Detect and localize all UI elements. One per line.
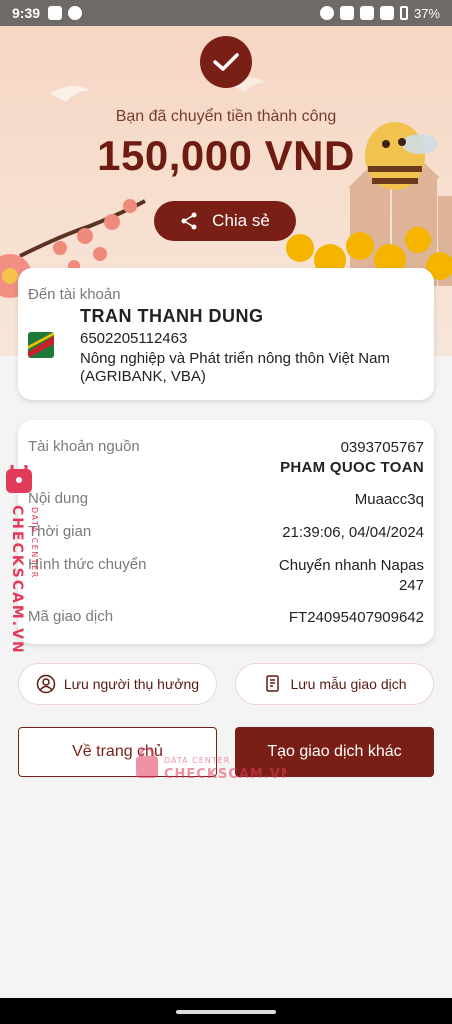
- receipt-icon: [265, 675, 279, 692]
- recipient-bank: Nông nghiệp và Phát triển nông thôn Việt…: [80, 350, 390, 385]
- transaction-details-card: Tài khoản nguồn 0393705767 PHAM QUOC TOA…: [18, 420, 434, 644]
- user-icon: [36, 674, 56, 694]
- messenger-icon: [68, 6, 83, 20]
- svg-text:CHECKSCAM.VN: CHECKSCAM.VN: [164, 767, 286, 782]
- method-row: Hình thức chuyển Chuyển nhanh Napas 247: [28, 556, 424, 598]
- alarm-icon: [319, 6, 334, 20]
- watermark-logo-center: DATA CENTER CHECKSCAM.VN: [136, 748, 286, 782]
- transaction-id-label: Mã giao dịch: [28, 608, 114, 625]
- time-value: 21:39:06, 04/04/2024: [282, 524, 424, 541]
- recipient-account: 6502205112463: [80, 330, 188, 347]
- content-row: Nội dung Muaacc3q: [28, 490, 424, 510]
- share-label: Chia sẻ: [212, 211, 270, 230]
- svg-text:CHECKSCAM.VN: CHECKSCAM.VN: [9, 505, 25, 655]
- save-template-button[interactable]: Lưu mẫu giao dịch: [235, 663, 434, 705]
- svg-text:DATA CENTER: DATA CENTER: [30, 507, 39, 579]
- transfer-amount: 150,000 VND: [97, 132, 355, 179]
- destination-card: Đến tài khoản TRAN THANH DUNG 6502205112…: [18, 268, 434, 400]
- save-recipient-button[interactable]: Lưu người thụ hưởng: [18, 663, 217, 705]
- method-label: Hình thức chuyển: [28, 556, 147, 573]
- source-account-row: Tài khoản nguồn 0393705767 PHAM QUOC TOA…: [28, 438, 424, 482]
- share-icon: [181, 212, 197, 230]
- status-time: 9:39: [12, 5, 41, 21]
- recipient-name: TRAN THANH DUNG: [80, 306, 264, 326]
- method-value-line1: Chuyển nhanh Napas: [278, 557, 424, 574]
- content-value: Muaacc3q: [354, 491, 424, 508]
- agribank-logo-icon: [28, 332, 54, 358]
- gallery-icon: [48, 6, 63, 20]
- svg-text:DATA CENTER: DATA CENTER: [164, 756, 230, 765]
- save-template-label: Lưu mẫu giao dịch: [290, 676, 407, 692]
- watermark-logo-side: CHECKSCAM.VN DATA CENTER: [6, 465, 39, 655]
- battery-icon: [399, 6, 408, 20]
- transaction-id-row: Mã giao dịch FT24095407909642: [28, 608, 424, 628]
- time-row: Thời gian 21:39:06, 04/04/2024: [28, 523, 424, 543]
- new-transaction-label: Tạo giao dịch khác: [267, 743, 402, 760]
- nfc-icon: [339, 6, 354, 20]
- save-recipient-label: Lưu người thụ hưởng: [63, 676, 200, 692]
- home-gesture-handle[interactable]: [176, 1010, 276, 1014]
- wifi-icon: [359, 6, 374, 20]
- success-check-icon: [200, 36, 252, 88]
- source-account-label: Tài khoản nguồn: [28, 438, 140, 455]
- transaction-id-value: FT24095407909642: [288, 609, 424, 626]
- source-account-number: 0393705767: [340, 439, 424, 456]
- status-bar: 9:39 37%: [0, 0, 452, 26]
- signal-icon: [379, 6, 394, 20]
- destination-label: Đến tài khoản: [28, 286, 121, 303]
- source-account-name: PHAM QUOC TOAN: [280, 459, 424, 476]
- share-button[interactable]: Chia sẻ: [154, 201, 296, 241]
- battery-percent: 37%: [413, 5, 440, 21]
- success-title: Bạn đã chuyển tiền thành công: [115, 108, 337, 125]
- method-value-line2: 247: [398, 577, 424, 594]
